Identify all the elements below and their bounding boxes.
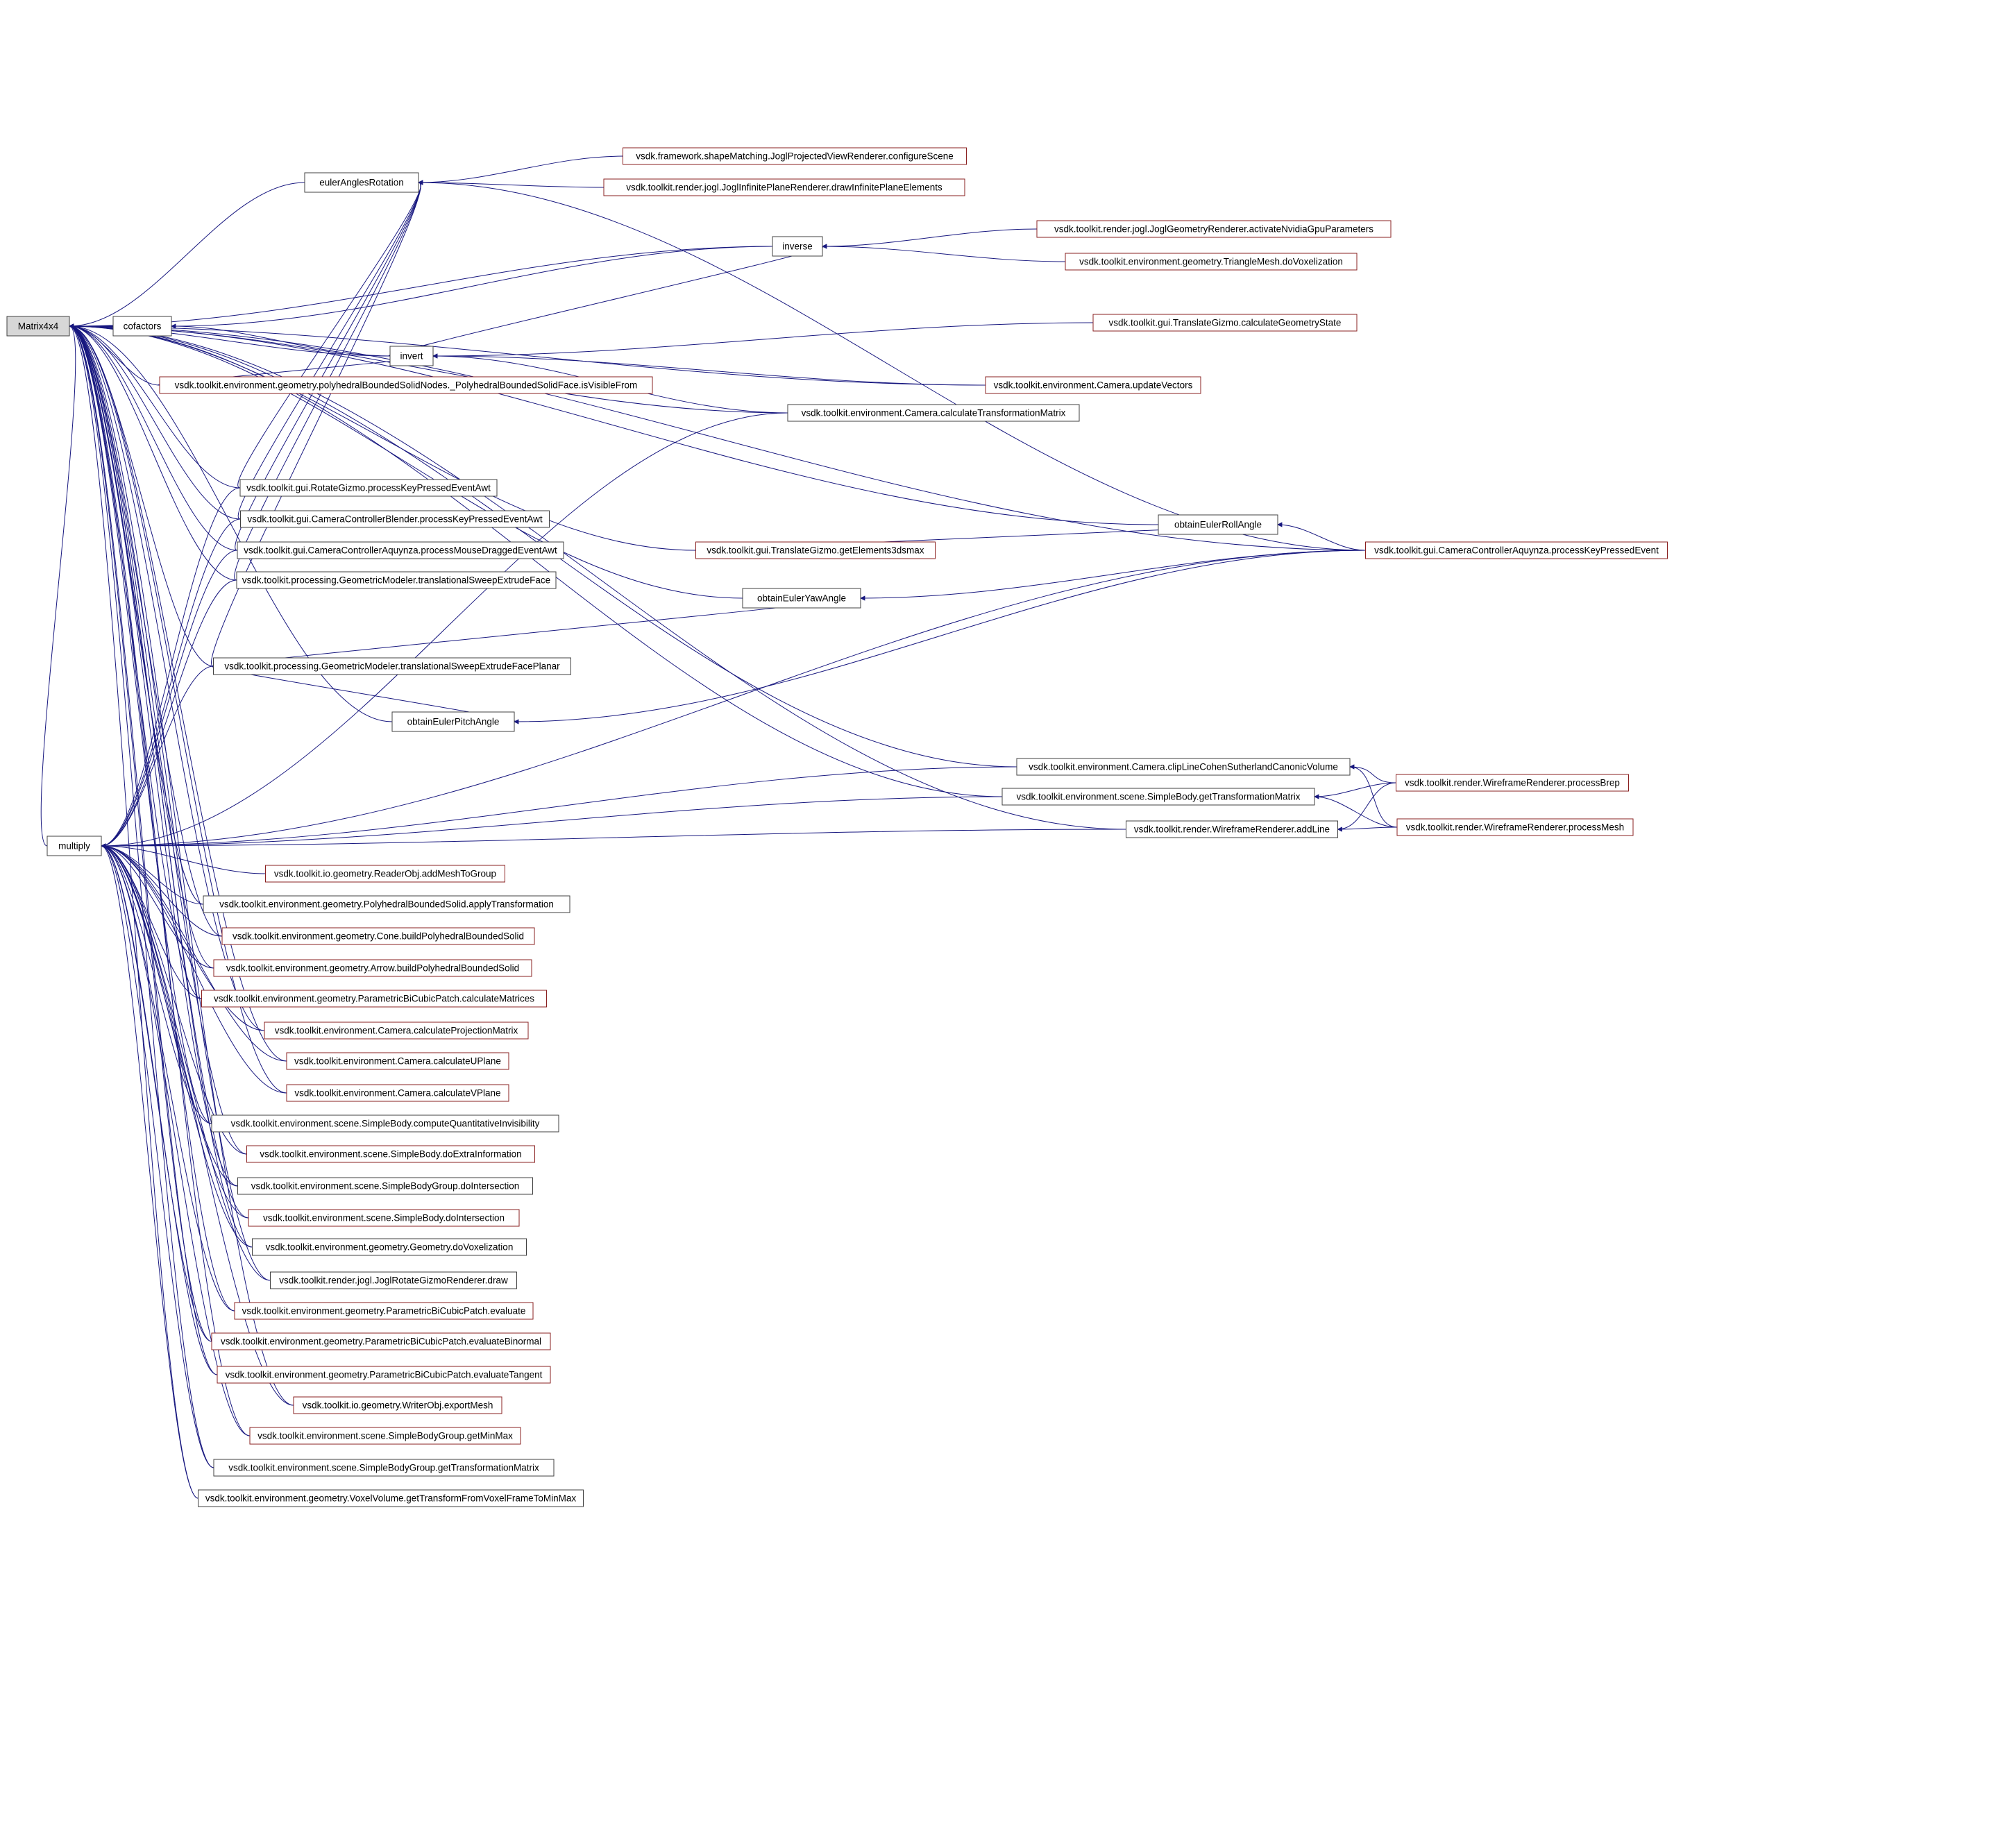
graph-node-label-activateNvidiaGpuParameters: vsdk.toolkit.render.jogl.JoglGeometryRen… — [1054, 224, 1373, 235]
graph-node-label-coneBuild: vsdk.toolkit.environment.geometry.Cone.b… — [233, 931, 524, 942]
graph-node-label-updateVectors: vsdk.toolkit.environment.Camera.updateVe… — [994, 380, 1193, 391]
graph-node-label-processBrep: vsdk.toolkit.render.WireframeRenderer.pr… — [1405, 778, 1620, 788]
graph-node-label-applyTransformation: vsdk.toolkit.environment.geometry.Polyhe… — [219, 899, 554, 910]
graph-node-label-patchEvalBinormal: vsdk.toolkit.environment.geometry.Parame… — [221, 1337, 541, 1347]
graph-edge — [69, 183, 305, 326]
graph-node-label-voxelVolume: vsdk.toolkit.environment.geometry.VoxelV… — [205, 1493, 576, 1504]
graph-node-label-configureScene: vsdk.framework.shapeMatching.JoglProject… — [636, 151, 954, 162]
graph-node-label-groupTransMatrix: vsdk.toolkit.environment.scene.SimpleBod… — [228, 1463, 539, 1473]
graph-edge — [171, 246, 772, 326]
graph-edge — [69, 326, 253, 1247]
graph-node-label-eulerAnglesRotation: eulerAnglesRotation — [319, 178, 404, 188]
graph-node-label-processMesh: vsdk.toolkit.render.WireframeRenderer.pr… — [1406, 822, 1624, 833]
graph-node-label-blenderKey: vsdk.toolkit.gui.CameraControllerBlender… — [247, 514, 542, 525]
graph-node-label-obtainEulerRollAngle: obtainEulerRollAngle — [1174, 520, 1262, 530]
graph-edge — [69, 326, 1002, 797]
graph-node-label-addLine: vsdk.toolkit.render.WireframeRenderer.ad… — [1134, 824, 1330, 835]
graph-node-label-clipLine: vsdk.toolkit.environment.Camera.clipLine… — [1029, 762, 1338, 772]
graph-node-label-geomVoxel: vsdk.toolkit.environment.geometry.Geomet… — [266, 1242, 514, 1253]
graph-node-label-aquynzaKey: vsdk.toolkit.gui.CameraControllerAquynza… — [1374, 545, 1659, 556]
graph-edge — [101, 846, 214, 1468]
graph-node-label-groupIntersect: vsdk.toolkit.environment.scene.SimpleBod… — [251, 1181, 519, 1192]
graph-node-label-writerObj: vsdk.toolkit.io.geometry.WriterObj.expor… — [303, 1400, 493, 1411]
graph-node-label-transSweepPlanar: vsdk.toolkit.processing.GeometricModeler… — [224, 661, 560, 672]
graph-edge — [69, 326, 212, 1341]
graph-edge — [101, 666, 214, 846]
graph-edge — [1350, 767, 1396, 783]
graph-edge — [69, 326, 986, 385]
graph-node-label-drawInfinitePlaneElements: vsdk.toolkit.render.jogl.JoglInfinitePla… — [626, 183, 942, 193]
graph-edge — [1314, 783, 1396, 797]
graph-edge — [514, 550, 1366, 722]
graph-edge — [822, 229, 1037, 246]
graph-node-label-invert: invert — [400, 351, 423, 362]
graph-node-label-doExtraInfo: vsdk.toolkit.environment.scene.SimpleBod… — [260, 1149, 521, 1160]
graph-edge — [433, 323, 1093, 356]
graph-node-label-transSweepExtrude: vsdk.toolkit.processing.GeometricModeler… — [242, 575, 550, 586]
graph-node-label-simpleBodyTrans: vsdk.toolkit.environment.scene.SimpleBod… — [1017, 792, 1301, 802]
graph-edge — [861, 550, 1366, 598]
graph-edge — [101, 413, 788, 846]
graph-edge — [69, 326, 788, 413]
graph-node-label-readerObj: vsdk.toolkit.io.geometry.ReaderObj.addMe… — [274, 869, 496, 879]
graph-edge — [41, 326, 76, 846]
graph-node-label-calcTransformationMatrix: vsdk.toolkit.environment.Camera.calculat… — [802, 408, 1066, 418]
graph-node-label-patchEvalTangent: vsdk.toolkit.environment.geometry.Parame… — [226, 1370, 543, 1380]
graph-edge — [69, 246, 772, 326]
graph-edge — [419, 156, 623, 183]
graph-edge — [69, 326, 1126, 829]
graph-node-label-rotateGizmoDraw: vsdk.toolkit.render.jogl.JoglRotateGizmo… — [279, 1275, 508, 1286]
graph-node-label-obtainEulerPitchAngle: obtainEulerPitchAngle — [407, 717, 500, 727]
graph-node-label-patchEval: vsdk.toolkit.environment.geometry.Parame… — [242, 1306, 526, 1316]
graph-node-label-doVoxelizationTri: vsdk.toolkit.environment.geometry.Triang… — [1079, 257, 1343, 267]
graph-node-label-inverse: inverse — [782, 241, 813, 252]
graph-node-label-computeQI: vsdk.toolkit.environment.scene.SimpleBod… — [231, 1119, 540, 1129]
graph-node-label-bodyIntersect: vsdk.toolkit.environment.scene.SimpleBod… — [263, 1213, 505, 1223]
graph-node-label-isVisibleFrom: vsdk.toolkit.environment.geometry.polyhe… — [175, 380, 638, 391]
graph-edge — [212, 183, 421, 666]
graph-node-label-obtainEulerYawAngle: obtainEulerYawAngle — [757, 593, 846, 604]
graph-node-label-multiply: multiply — [58, 841, 90, 851]
graph-edge — [101, 846, 212, 1341]
graph-edge — [69, 326, 203, 904]
graph-edge — [822, 246, 1065, 262]
graph-node-label-arrowBuild: vsdk.toolkit.environment.geometry.Arrow.… — [226, 963, 519, 974]
graph-edge — [101, 846, 198, 1498]
graph-edge — [1338, 783, 1396, 829]
graph-node-label-rotateGizmoKey: vsdk.toolkit.gui.RotateGizmo.processKeyP… — [246, 483, 491, 493]
graph-edge — [69, 326, 287, 1061]
graph-edge — [101, 829, 1126, 846]
graph-node-label-calcUPlane: vsdk.toolkit.environment.Camera.calculat… — [294, 1056, 501, 1067]
graph-node-label-translateGizmoElems: vsdk.toolkit.gui.TranslateGizmo.getEleme… — [707, 545, 924, 556]
graph-edge — [101, 767, 1017, 846]
graph-edge — [212, 598, 861, 666]
graph-node-label-cofactors: cofactors — [124, 321, 162, 332]
graph-node-label-calcProjMatrix: vsdk.toolkit.environment.Camera.calculat… — [275, 1026, 518, 1036]
graph-node-label-calcMatrices: vsdk.toolkit.environment.geometry.Parame… — [214, 994, 534, 1004]
graph-node-label-calcVPlane: vsdk.toolkit.environment.Camera.calculat… — [294, 1088, 500, 1099]
graph-edge — [1350, 767, 1397, 827]
graph-node-label-groupMinMax: vsdk.toolkit.environment.scene.SimpleBod… — [257, 1431, 513, 1441]
graph-node-label-calculateGeometryState: vsdk.toolkit.gui.TranslateGizmo.calculat… — [1109, 318, 1342, 328]
graph-node-label-aquynzaMouse: vsdk.toolkit.gui.CameraControllerAquynza… — [244, 545, 557, 556]
graph-edge — [238, 183, 421, 488]
graph-node-label-matrix4x4: Matrix4x4 — [18, 321, 59, 332]
graph-edge — [1278, 525, 1366, 550]
graph-edge — [69, 326, 1158, 525]
